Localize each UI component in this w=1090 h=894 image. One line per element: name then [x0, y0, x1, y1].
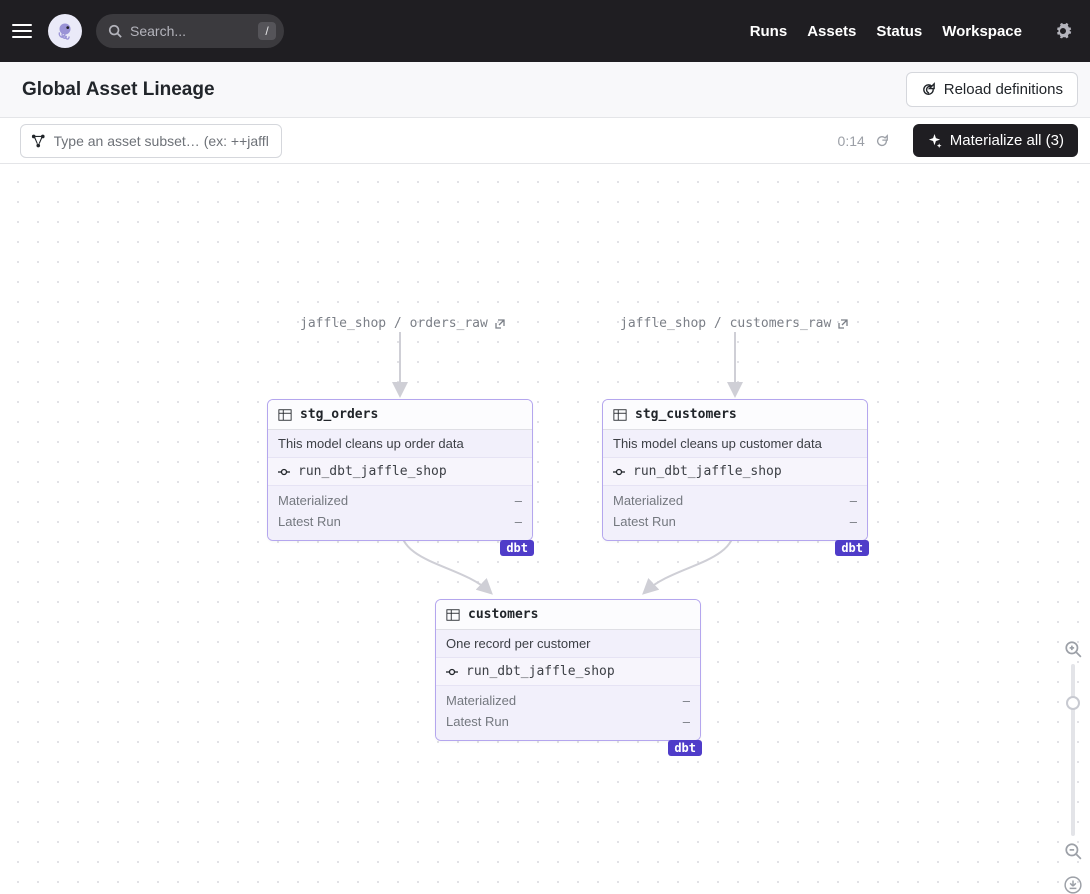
lineage-canvas[interactable]: jaffle_shop / orders_raw jaffle_shop / c… [0, 164, 1090, 894]
dbt-badge: dbt [500, 540, 534, 556]
asset-card-stg-customers[interactable]: stg_customers This model cleans up custo… [602, 399, 868, 541]
nav-link-runs[interactable]: Runs [750, 23, 788, 40]
commit-icon [613, 466, 625, 478]
reload-icon [921, 82, 936, 97]
top-nav: / Runs Assets Status Workspace [0, 0, 1090, 62]
card-stats: Materialized– Latest Run– [436, 686, 700, 740]
subset-filter[interactable] [20, 124, 282, 158]
toolbar: 0:14 Materialize all (3) [0, 118, 1090, 164]
search-input[interactable] [130, 23, 230, 39]
zoom-out-icon[interactable] [1064, 842, 1082, 860]
refresh-icon[interactable] [875, 134, 889, 148]
card-description: This model cleans up order data [268, 430, 532, 458]
table-icon [446, 608, 460, 622]
external-link-icon [494, 318, 506, 330]
asset-card-stg-orders[interactable]: stg_orders This model cleans up order da… [267, 399, 533, 541]
search-icon [108, 24, 122, 38]
timestamp: 0:14 [838, 133, 889, 149]
source-orders-raw[interactable]: jaffle_shop / orders_raw [300, 316, 506, 331]
nav-link-assets[interactable]: Assets [807, 23, 856, 40]
reload-definitions-button[interactable]: Reload definitions [906, 72, 1078, 107]
commit-icon [446, 666, 458, 678]
card-job[interactable]: run_dbt_jaffle_shop [268, 458, 532, 486]
card-job[interactable]: run_dbt_jaffle_shop [603, 458, 867, 486]
nav-link-workspace[interactable]: Workspace [942, 23, 1022, 40]
graph-icon [31, 133, 46, 149]
external-link-icon [837, 318, 849, 330]
materialize-label: Materialize all (3) [950, 132, 1064, 149]
zoom-panel [1064, 640, 1082, 894]
hamburger-icon[interactable] [12, 20, 34, 42]
download-icon[interactable] [1064, 876, 1082, 894]
card-description: One record per customer [436, 630, 700, 658]
zoom-thumb[interactable] [1066, 696, 1080, 710]
page-title: Global Asset Lineage [22, 79, 215, 101]
logo[interactable] [48, 14, 82, 48]
subset-input[interactable] [54, 133, 272, 149]
card-header: stg_orders [268, 400, 532, 430]
dbt-badge: dbt [835, 540, 869, 556]
card-job[interactable]: run_dbt_jaffle_shop [436, 658, 700, 686]
reload-label: Reload definitions [944, 81, 1063, 98]
source-customers-raw[interactable]: jaffle_shop / customers_raw [620, 316, 849, 331]
search-kbd: / [258, 22, 276, 40]
card-stats: Materialized– Latest Run– [268, 486, 532, 540]
card-description: This model cleans up customer data [603, 430, 867, 458]
asset-card-customers[interactable]: customers One record per customer run_db… [435, 599, 701, 741]
card-stats: Materialized– Latest Run– [603, 486, 867, 540]
nav-link-status[interactable]: Status [876, 23, 922, 40]
nav-links: Runs Assets Status Workspace [750, 23, 1022, 40]
search-box[interactable]: / [96, 14, 284, 48]
table-icon [613, 408, 627, 422]
card-header: customers [436, 600, 700, 630]
dbt-badge: dbt [668, 740, 702, 756]
sparkle-icon [927, 133, 942, 148]
commit-icon [278, 466, 290, 478]
zoom-in-icon[interactable] [1064, 640, 1082, 658]
table-icon [278, 408, 292, 422]
card-header: stg_customers [603, 400, 867, 430]
page-header: Global Asset Lineage Reload definitions [0, 62, 1090, 118]
settings-button[interactable] [1054, 22, 1072, 40]
zoom-slider[interactable] [1071, 664, 1075, 836]
gear-icon [1054, 22, 1072, 40]
materialize-all-button[interactable]: Materialize all (3) [913, 124, 1078, 157]
